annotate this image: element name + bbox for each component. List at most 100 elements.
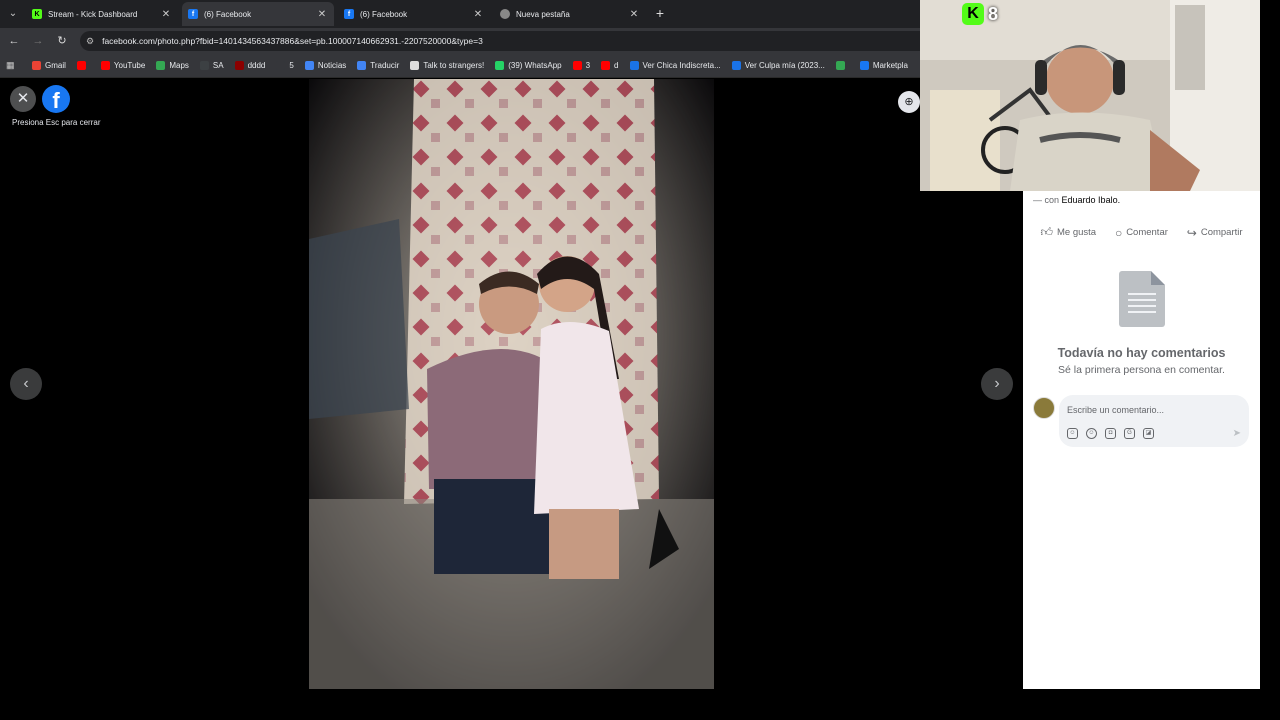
bookmark-favicon-icon	[234, 61, 244, 70]
facebook-icon: f	[188, 9, 198, 19]
comment-input[interactable]	[1067, 403, 1239, 417]
tab-close-icon[interactable]: ✕	[628, 9, 640, 20]
back-arrow-icon[interactable]: ←	[6, 33, 22, 49]
site-info-icon[interactable]: ⚙	[86, 36, 94, 47]
bookmark-favicon-icon	[410, 61, 420, 70]
tab-kick-dashboard[interactable]: K Stream - Kick Dashboard ✕	[26, 2, 178, 26]
bookmark-favicon-icon	[835, 61, 845, 70]
bookmark-favicon-icon	[859, 61, 869, 70]
bookmark-item[interactable]	[76, 61, 90, 70]
comment-bubble-icon: ○	[1114, 225, 1123, 240]
url-text: facebook.com/photo.php?fbid=140143456343…	[102, 36, 483, 46]
comment-composer[interactable]: ☺ ☺ ◘ G ◪ ➤	[1059, 395, 1249, 447]
share-label: Compartir	[1200, 227, 1243, 238]
close-viewer-button[interactable]: ✕	[10, 86, 36, 112]
bookmark-favicon-icon	[32, 61, 41, 70]
kick-icon: K	[32, 9, 42, 19]
bookmark-label: Ver Chica Indiscreta...	[642, 61, 721, 70]
facebook-logo-icon[interactable]: f	[42, 85, 70, 113]
gif-icon[interactable]: G	[1124, 428, 1135, 439]
bookmark-favicon-icon	[629, 61, 639, 70]
bookmark-item[interactable]: (39) WhatsApp	[495, 61, 562, 70]
webcam-image	[920, 0, 1260, 191]
like-label: Me gusta	[1056, 227, 1097, 238]
tab-facebook[interactable]: f (6) Facebook ✕	[338, 2, 490, 26]
bookmarks-bar: ▦ Gmail YouTube Maps SA dddd 5 Noticias Traduci…	[0, 54, 920, 78]
address-bar[interactable]: ⚙ facebook.com/photo.php?fbid=1401434563…	[80, 31, 920, 51]
bookmark-item[interactable]: Ver Chica Indiscreta...	[629, 61, 721, 70]
bookmark-favicon-icon	[156, 61, 166, 70]
kick-logo-icon: K	[962, 3, 984, 25]
forward-arrow-icon[interactable]: →	[30, 33, 46, 49]
bookmark-label: Marketpla	[872, 61, 908, 70]
bookmark-item[interactable]	[835, 61, 849, 70]
chrome-icon	[500, 9, 510, 19]
tab-search-chevron-icon[interactable]: ⌄	[4, 4, 22, 22]
previous-photo-button[interactable]: ‹	[10, 368, 42, 400]
send-icon[interactable]: ➤	[1233, 428, 1241, 439]
tagged-person-link[interactable]: Eduardo Ibalo.	[1062, 195, 1121, 205]
tab-title: Stream - Kick Dashboard	[48, 9, 138, 19]
tab-new-tab[interactable]: Nueva pestaña ✕	[494, 2, 646, 26]
avatar-sticker-icon[interactable]: ☺	[1067, 428, 1078, 439]
bookmark-item[interactable]: Marketpla	[859, 61, 908, 70]
composer-tools: ☺ ☺ ◘ G ◪	[1067, 428, 1154, 439]
apps-grid-icon[interactable]: ▦	[6, 60, 22, 71]
bookmark-item[interactable]: dddd	[234, 61, 265, 70]
bookmark-favicon-icon	[495, 61, 505, 70]
bookmark-label: SA	[212, 61, 224, 70]
zoom-in-button[interactable]: ⊕	[898, 91, 920, 113]
bookmark-label: Ver Culpa mía (2023...	[744, 61, 825, 70]
bookmark-label: YouTube	[113, 61, 146, 70]
reload-icon[interactable]: ↻	[54, 33, 70, 49]
bookmark-item[interactable]: Traducir	[357, 61, 399, 70]
share-arrow-icon: ↪	[1186, 225, 1197, 240]
next-photo-button[interactable]: ›	[981, 368, 1013, 400]
bookmark-favicon-icon	[276, 61, 286, 70]
bookmark-item[interactable]: SA	[199, 61, 224, 70]
thumbs-up-icon: 👍︎	[1040, 225, 1053, 239]
bookmark-item[interactable]: YouTube	[100, 61, 146, 70]
bookmark-favicon-icon	[100, 61, 110, 70]
screen: ⌄ K Stream - Kick Dashboard ✕ f (6) Face…	[0, 0, 1280, 720]
comments-panel: — con Eduardo Ibalo. 👍︎ Me gusta ○ Comen…	[1023, 191, 1260, 689]
tab-bar: ⌄ K Stream - Kick Dashboard ✕ f (6) Face…	[0, 0, 920, 28]
share-button[interactable]: ↪ Compartir	[1187, 225, 1243, 240]
photo[interactable]	[309, 79, 714, 689]
tab-close-icon[interactable]: ✕	[160, 9, 172, 20]
bookmark-label: Gmail	[45, 61, 66, 70]
bookmark-label: Maps	[169, 61, 189, 70]
tab-facebook-active[interactable]: f (6) Facebook ✕	[182, 2, 334, 26]
bookmark-label: d	[614, 61, 619, 70]
bookmark-favicon-icon	[601, 61, 611, 70]
bookmark-label: Talk to strangers!	[423, 61, 485, 70]
empty-document-icon	[1119, 271, 1165, 327]
bookmark-item[interactable]: Gmail	[32, 61, 66, 70]
bookmark-item[interactable]: 3	[572, 61, 590, 70]
new-tab-plus-icon[interactable]: +	[652, 4, 668, 22]
facebook-icon: f	[344, 9, 354, 19]
tab-close-icon[interactable]: ✕	[316, 9, 328, 20]
tab-close-icon[interactable]: ✕	[472, 9, 484, 20]
bookmark-item[interactable]: Maps	[156, 61, 189, 70]
like-button[interactable]: 👍︎ Me gusta	[1040, 225, 1096, 240]
bookmark-label: (39) WhatsApp	[508, 61, 562, 70]
bookmark-favicon-icon	[357, 61, 367, 70]
camera-icon[interactable]: ◘	[1105, 428, 1116, 439]
emoji-icon[interactable]: ☺	[1086, 428, 1097, 439]
esc-hint-text: Presiona Esc para cerrar	[12, 118, 101, 127]
avatar[interactable]	[1033, 397, 1055, 419]
bookmark-item[interactable]: Ver Culpa mía (2023...	[731, 61, 825, 70]
comment-button[interactable]: ○ Comentar	[1115, 225, 1168, 240]
comment-label: Comentar	[1126, 227, 1168, 238]
browser-toolbar: ← → ↻ ⚙ facebook.com/photo.php?fbid=1401…	[0, 28, 920, 54]
bookmark-item[interactable]: Noticias	[304, 61, 346, 70]
bookmark-item[interactable]: 5	[276, 61, 294, 70]
viewer-count: 8	[988, 3, 999, 24]
tab-title: (6) Facebook	[360, 9, 408, 19]
photo-image	[309, 79, 714, 689]
bookmark-item[interactable]: Talk to strangers!	[410, 61, 484, 70]
sticker-icon[interactable]: ◪	[1143, 428, 1154, 439]
bookmark-item[interactable]: d	[601, 61, 619, 70]
tab-title: Nueva pestaña	[516, 9, 570, 19]
